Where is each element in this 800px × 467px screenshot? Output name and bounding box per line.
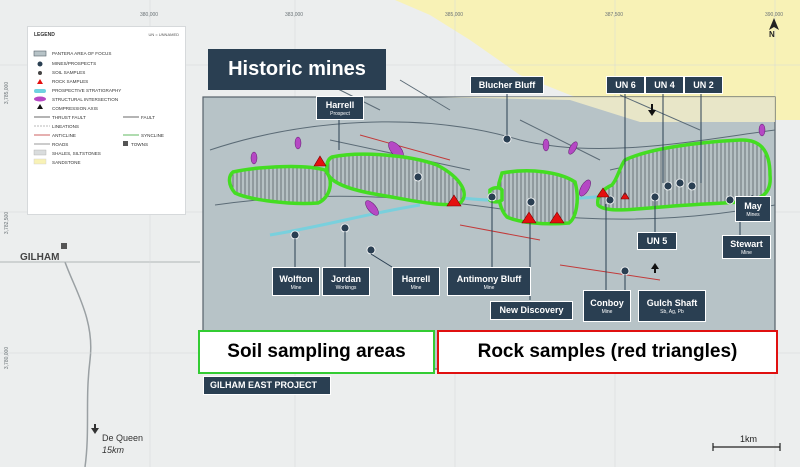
legend-item: SYNCLINE [141, 133, 164, 138]
legend-item: ROADS [52, 142, 69, 147]
legend-item: THRUST FAULT [52, 115, 86, 120]
legend-item: PROSPECTIVE STRATIGRAPHY [52, 88, 122, 93]
legend-item: STRUCTURAL INTERSECTION [52, 97, 119, 102]
legend-item: LINEATIONS [52, 124, 79, 129]
map-legend: LEGEND UN = UNNAMED PANTERA AREA OF FOCU… [27, 26, 186, 215]
north-label: N [769, 30, 775, 39]
soil-area-1 [227, 164, 333, 206]
scale-label: 1km [740, 434, 758, 444]
town-marker-gillham [61, 243, 67, 249]
label-may: May Mines [735, 196, 771, 222]
label-un5: UN 5 [637, 232, 677, 250]
northing-label: 3,782,500 [4, 211, 11, 235]
label-new-discovery: New Discovery [490, 301, 573, 320]
label-gulch-shaft: Gulch Shaft Sb, Ag, Pb [638, 290, 706, 322]
label-stewart: Stewart Mine [722, 235, 771, 259]
legend-item: FAULT [141, 115, 155, 120]
soil-area-3 [496, 169, 579, 226]
easting-label: 385,000 [445, 12, 464, 18]
label-antimony-bluff: Antimony Bluff Mine [447, 267, 531, 296]
legend-item: ROCK SAMPLES [52, 79, 89, 84]
legend-item: SHALES, SILTSTONES [52, 151, 101, 156]
callout-rock-samples: Rock samples (red triangles) [437, 330, 778, 374]
label-blucher-bluff: Blucher Bluff [470, 76, 544, 94]
label-gilham-east-project: GILHAM EAST PROJECT [203, 376, 331, 395]
legend-item: TOWNS [131, 142, 149, 147]
label-conboy: Conboy Mine [583, 290, 631, 322]
legend-item: PANTERA AREA OF FOCUS [52, 51, 112, 56]
label-harrell-prospect: Harrell Prospect [316, 96, 364, 120]
legend-item: SOIL SAMPLES [52, 70, 86, 75]
label-un4: UN 4 [645, 76, 684, 94]
label-wolfton: Wolfton Mine [272, 267, 320, 296]
northing-label: 3,780,000 [4, 346, 11, 370]
easting-label: 387,500 [605, 12, 624, 18]
label-harrell-mine: Harrell Mine [392, 267, 440, 296]
town-label-gillham: GILHAM [20, 252, 60, 263]
label-un6: UN 6 [606, 76, 645, 94]
easting-label: 390,000 [765, 12, 784, 18]
label-jordan: Jordan Workings [322, 267, 370, 296]
de-queen-distance: 15km [102, 445, 125, 455]
easting-label: 383,000 [285, 12, 304, 18]
callout-soil-sampling: Soil sampling areas [198, 330, 435, 374]
legend-item: ANTICLINE [52, 133, 76, 138]
label-un2: UN 2 [684, 76, 723, 94]
callout-historic-mines: Historic mines [208, 49, 386, 90]
legend-item: MINES/PROSPECTS [52, 61, 97, 66]
legend-item: COMPRESSION AXIS [52, 106, 98, 111]
northing-label: 3,785,000 [4, 81, 11, 105]
legend-item: SANDSTONE [52, 160, 81, 165]
easting-label: 380,000 [140, 12, 159, 18]
de-queen-label: De Queen [102, 433, 144, 443]
